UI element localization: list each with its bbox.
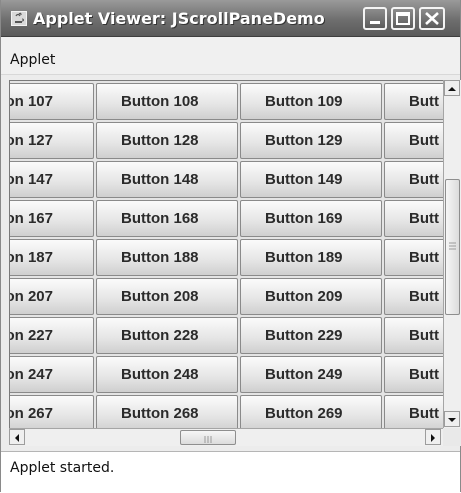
grid-button[interactable]: on 227	[10, 317, 94, 354]
grid-button[interactable]: Button 148	[96, 161, 238, 198]
scroll-up-button[interactable]	[444, 80, 460, 96]
grid-button[interactable]: Button 169	[240, 200, 382, 237]
grid-button[interactable]: Button 268	[96, 395, 238, 429]
grid-button[interactable]: Button 129	[240, 122, 382, 159]
grid-button[interactable]: on 107	[10, 83, 94, 120]
java-cup-icon	[11, 11, 27, 26]
horizontal-scroll-thumb[interactable]	[180, 430, 236, 445]
grid-button[interactable]: on 267	[10, 395, 94, 429]
grid-button[interactable]: Butt	[384, 83, 444, 120]
minimize-button[interactable]	[363, 7, 387, 30]
status-text: Applet started.	[10, 460, 115, 476]
grid-button[interactable]: Butt	[384, 200, 444, 237]
grid-button[interactable]: on 167	[10, 200, 94, 237]
grid-button[interactable]: Button 149	[240, 161, 382, 198]
grid-button[interactable]: Button 188	[96, 239, 238, 276]
minimize-icon	[370, 21, 380, 24]
grid-button[interactable]: Button 229	[240, 317, 382, 354]
arrow-down-icon	[448, 418, 456, 422]
grid-button[interactable]: Button 128	[96, 122, 238, 159]
arrow-up-icon	[448, 87, 456, 91]
close-button[interactable]	[419, 7, 445, 30]
menu-applet[interactable]: Applet	[10, 52, 55, 68]
grid-button[interactable]: Button 108	[96, 83, 238, 120]
horizontal-scrollbar[interactable]	[9, 428, 443, 446]
grid-button[interactable]: Butt	[384, 278, 444, 315]
grid-button[interactable]: Button 209	[240, 278, 382, 315]
maximize-icon	[396, 12, 410, 25]
scrollbar-corner	[443, 428, 461, 446]
scroll-right-button[interactable]	[425, 429, 441, 445]
maximize-button[interactable]	[391, 7, 415, 30]
grid-button[interactable]: Button 248	[96, 356, 238, 393]
applet-window: Applet Viewer: JScrollPaneDemo Applet on…	[0, 0, 461, 493]
grid-button[interactable]: Button 109	[240, 83, 382, 120]
vertical-scroll-thumb[interactable]	[445, 179, 460, 315]
grid-button[interactable]: on 147	[10, 161, 94, 198]
grid-button[interactable]: Button 208	[96, 278, 238, 315]
menu-bar	[1, 46, 460, 75]
scroll-left-button[interactable]	[9, 429, 25, 445]
grid-button[interactable]: on 207	[10, 278, 94, 315]
vertical-scrollbar[interactable]	[443, 80, 461, 428]
grid-button[interactable]: on 127	[10, 122, 94, 159]
grid-button[interactable]: on 247	[10, 356, 94, 393]
grid-button[interactable]: Butt	[384, 395, 444, 429]
close-icon	[425, 12, 439, 25]
grip-icon	[449, 242, 456, 250]
arrow-right-icon	[431, 434, 435, 442]
grid-button[interactable]: Butt	[384, 122, 444, 159]
grid-button[interactable]: Butt	[384, 161, 444, 198]
grid-button[interactable]: Button 228	[96, 317, 238, 354]
title-bar[interactable]: Applet Viewer: JScrollPaneDemo	[1, 0, 460, 37]
window-title: Applet Viewer: JScrollPaneDemo	[33, 9, 325, 28]
grid-button[interactable]: on 187	[10, 239, 94, 276]
grid-button[interactable]: Button 168	[96, 200, 238, 237]
grid-button[interactable]: Button 189	[240, 239, 382, 276]
grid-button[interactable]: Button 249	[240, 356, 382, 393]
grid-button[interactable]: Button 269	[240, 395, 382, 429]
arrow-left-icon	[15, 434, 19, 442]
grid-button[interactable]: Butt	[384, 317, 444, 354]
grid-button[interactable]: Butt	[384, 356, 444, 393]
grid-button[interactable]: Butt	[384, 239, 444, 276]
scroll-viewport[interactable]: on 107 Button 108 Button 109 Butt on 127 Butt…	[9, 80, 444, 429]
grip-icon	[204, 436, 212, 443]
scroll-down-button[interactable]	[444, 411, 460, 427]
